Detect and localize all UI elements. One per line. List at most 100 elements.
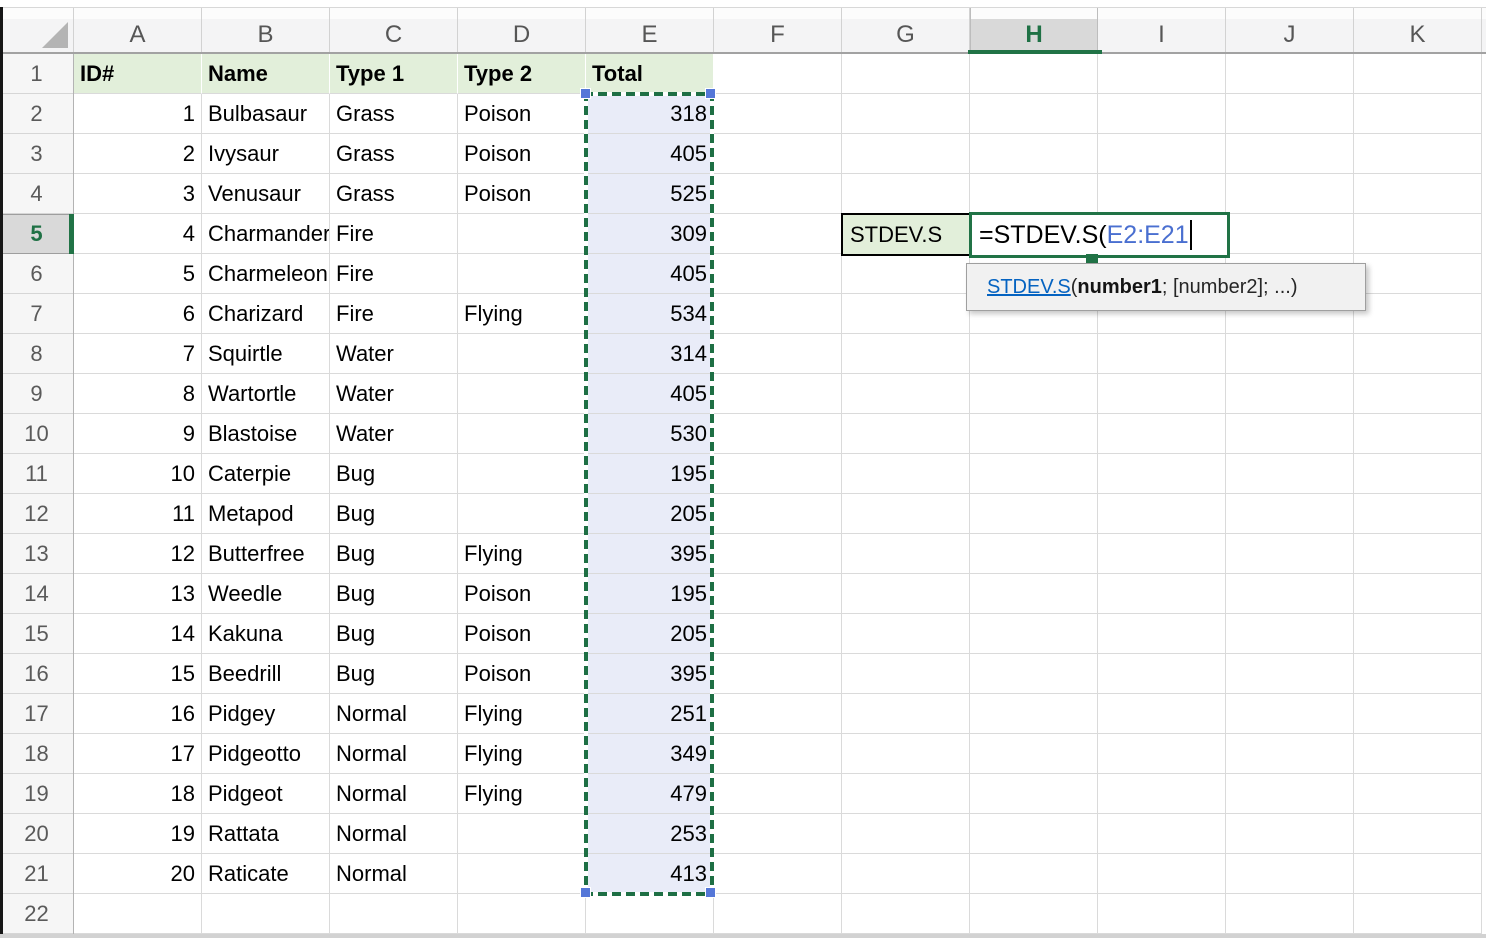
cell-E6[interactable]: 405 — [586, 254, 714, 294]
cell-C20[interactable]: Normal — [330, 814, 458, 854]
cell-J17[interactable] — [1226, 694, 1354, 734]
cell-I21[interactable] — [1098, 854, 1226, 894]
cell-I19[interactable] — [1098, 774, 1226, 814]
cell-E16[interactable]: 395 — [586, 654, 714, 694]
cell-B12[interactable]: Metapod — [202, 494, 330, 534]
cell-A3[interactable]: 2 — [74, 134, 202, 174]
cell-K4[interactable] — [1354, 174, 1482, 214]
cell-I12[interactable] — [1098, 494, 1226, 534]
cell-B11[interactable]: Caterpie — [202, 454, 330, 494]
select-all-corner[interactable] — [0, 8, 74, 52]
cell-K8[interactable] — [1354, 334, 1482, 374]
cell-F17[interactable] — [714, 694, 842, 734]
cell-J14[interactable] — [1226, 574, 1354, 614]
cell-B20[interactable]: Rattata — [202, 814, 330, 854]
cell-K22[interactable] — [1354, 894, 1482, 934]
cell-G19[interactable] — [842, 774, 970, 814]
row-header-3[interactable]: 3 — [0, 134, 73, 174]
cell-A11[interactable]: 10 — [74, 454, 202, 494]
cell-F10[interactable] — [714, 414, 842, 454]
formula-edit-cell-H5[interactable]: =STDEV.S(E2:E21 — [969, 212, 1230, 258]
cell-C19[interactable]: Normal — [330, 774, 458, 814]
cell-C1[interactable]: Type 1 — [330, 54, 458, 94]
cell-G7[interactable] — [842, 294, 970, 334]
cell-K2[interactable] — [1354, 94, 1482, 134]
row-header-19[interactable]: 19 — [0, 774, 73, 814]
cell-G4[interactable] — [842, 174, 970, 214]
selection-handle-bottom-right[interactable] — [705, 887, 716, 898]
cell-B1[interactable]: Name — [202, 54, 330, 94]
cell-G9[interactable] — [842, 374, 970, 414]
row-header-20[interactable]: 20 — [0, 814, 73, 854]
cell-A4[interactable]: 3 — [74, 174, 202, 214]
cell-K14[interactable] — [1354, 574, 1482, 614]
cell-F2[interactable] — [714, 94, 842, 134]
cell-I3[interactable] — [1098, 134, 1226, 174]
row-header-11[interactable]: 11 — [0, 454, 73, 494]
cell-D21[interactable] — [458, 854, 586, 894]
row-header-13[interactable]: 13 — [0, 534, 73, 574]
cell-C13[interactable]: Bug — [330, 534, 458, 574]
cell-G12[interactable] — [842, 494, 970, 534]
cell-H18[interactable] — [970, 734, 1098, 774]
cell-E13[interactable]: 395 — [586, 534, 714, 574]
cell-D19[interactable]: Flying — [458, 774, 586, 814]
column-header-F[interactable]: F — [714, 8, 842, 52]
cell-F13[interactable] — [714, 534, 842, 574]
row-header-15[interactable]: 15 — [0, 614, 73, 654]
cell-F16[interactable] — [714, 654, 842, 694]
cell-B18[interactable]: Pidgeotto — [202, 734, 330, 774]
cell-G10[interactable] — [842, 414, 970, 454]
cell-B21[interactable]: Raticate — [202, 854, 330, 894]
cell-C18[interactable]: Normal — [330, 734, 458, 774]
cell-D6[interactable] — [458, 254, 586, 294]
cell-G20[interactable] — [842, 814, 970, 854]
cell-F12[interactable] — [714, 494, 842, 534]
cell-K21[interactable] — [1354, 854, 1482, 894]
cell-E19[interactable]: 479 — [586, 774, 714, 814]
cell-E9[interactable]: 405 — [586, 374, 714, 414]
cell-C8[interactable]: Water — [330, 334, 458, 374]
cell-G17[interactable] — [842, 694, 970, 734]
column-header-H[interactable]: H — [970, 8, 1098, 52]
cell-F6[interactable] — [714, 254, 842, 294]
cell-G22[interactable] — [842, 894, 970, 934]
cell-E10[interactable]: 530 — [586, 414, 714, 454]
cell-C7[interactable]: Fire — [330, 294, 458, 334]
row-header-18[interactable]: 18 — [0, 734, 73, 774]
cell-J19[interactable] — [1226, 774, 1354, 814]
column-header-J[interactable]: J — [1226, 8, 1354, 52]
cell-A20[interactable]: 19 — [74, 814, 202, 854]
selection-handle-top-right[interactable] — [705, 88, 716, 99]
cell-H14[interactable] — [970, 574, 1098, 614]
cell-F3[interactable] — [714, 134, 842, 174]
row-header-1[interactable]: 1 — [0, 54, 73, 94]
cell-E7[interactable]: 534 — [586, 294, 714, 334]
function-help-link[interactable]: STDEV.S — [987, 276, 1071, 299]
cell-A2[interactable]: 1 — [74, 94, 202, 134]
cell-K12[interactable] — [1354, 494, 1482, 534]
cell-H11[interactable] — [970, 454, 1098, 494]
cell-J16[interactable] — [1226, 654, 1354, 694]
cell-C21[interactable]: Normal — [330, 854, 458, 894]
cell-A9[interactable]: 8 — [74, 374, 202, 414]
cell-A18[interactable]: 17 — [74, 734, 202, 774]
cell-B9[interactable]: Wartortle — [202, 374, 330, 414]
cell-H21[interactable] — [970, 854, 1098, 894]
cell-E20[interactable]: 253 — [586, 814, 714, 854]
cell-I16[interactable] — [1098, 654, 1226, 694]
cell-F14[interactable] — [714, 574, 842, 614]
cell-A7[interactable]: 6 — [74, 294, 202, 334]
row-header-10[interactable]: 10 — [0, 414, 73, 454]
column-header-K[interactable]: K — [1354, 8, 1482, 52]
cell-E4[interactable]: 525 — [586, 174, 714, 214]
cell-I15[interactable] — [1098, 614, 1226, 654]
cell-C22[interactable] — [330, 894, 458, 934]
cell-H16[interactable] — [970, 654, 1098, 694]
cell-D3[interactable]: Poison — [458, 134, 586, 174]
cell-K9[interactable] — [1354, 374, 1482, 414]
cell-D11[interactable] — [458, 454, 586, 494]
cell-H4[interactable] — [970, 174, 1098, 214]
cell-D8[interactable] — [458, 334, 586, 374]
cell-K7[interactable] — [1354, 294, 1482, 334]
